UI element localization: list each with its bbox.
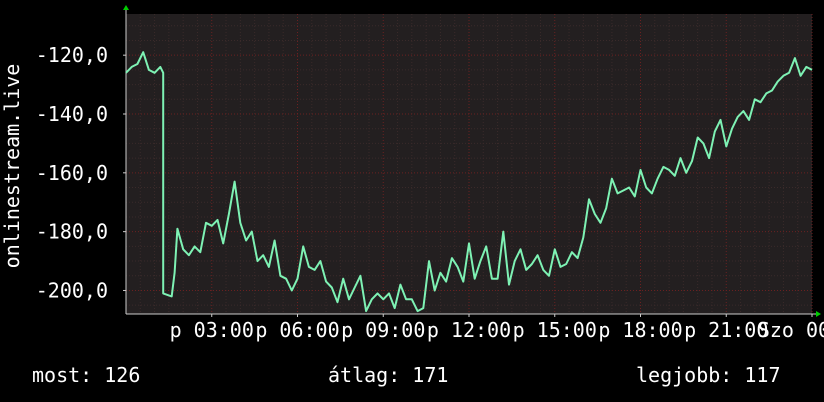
current-value-label: most: 126: [32, 363, 141, 387]
y-tick-label: -160,0: [36, 161, 108, 185]
x-tick-label: p 03:00: [170, 318, 254, 342]
x-tick-label: p 21:00: [684, 318, 768, 342]
y-tick-label: -200,0: [36, 278, 108, 302]
y-tick-label: -120,0: [36, 43, 108, 67]
chart-container: -120,0 -140,0 -160,0 -180,0 -200,0 p 03:00 p 0…: [0, 0, 824, 402]
x-tick-label: p 15:00: [513, 318, 597, 342]
best-value-label: legjobb: 117: [636, 363, 781, 387]
x-tick-label: Szo 00:00: [758, 318, 824, 342]
y-tick-label: -140,0: [36, 102, 108, 126]
x-tick-label: p 09:00: [341, 318, 425, 342]
x-tick-label: p 12:00: [427, 318, 511, 342]
average-value-label: átlag: 171: [328, 363, 449, 387]
y-axis-arrow-icon: [123, 5, 129, 10]
x-tick-label: p 18:00: [598, 318, 682, 342]
x-axis-arrow-icon: [816, 311, 821, 317]
line-chart: -120,0-140,0-160,0-180,0-200,0p 03:00 p 0…: [0, 5, 824, 342]
y-tick-label: -180,0: [36, 220, 108, 244]
x-tick-label: p 06:00: [255, 318, 339, 342]
y-axis-label: onlinestream.live: [0, 64, 24, 269]
